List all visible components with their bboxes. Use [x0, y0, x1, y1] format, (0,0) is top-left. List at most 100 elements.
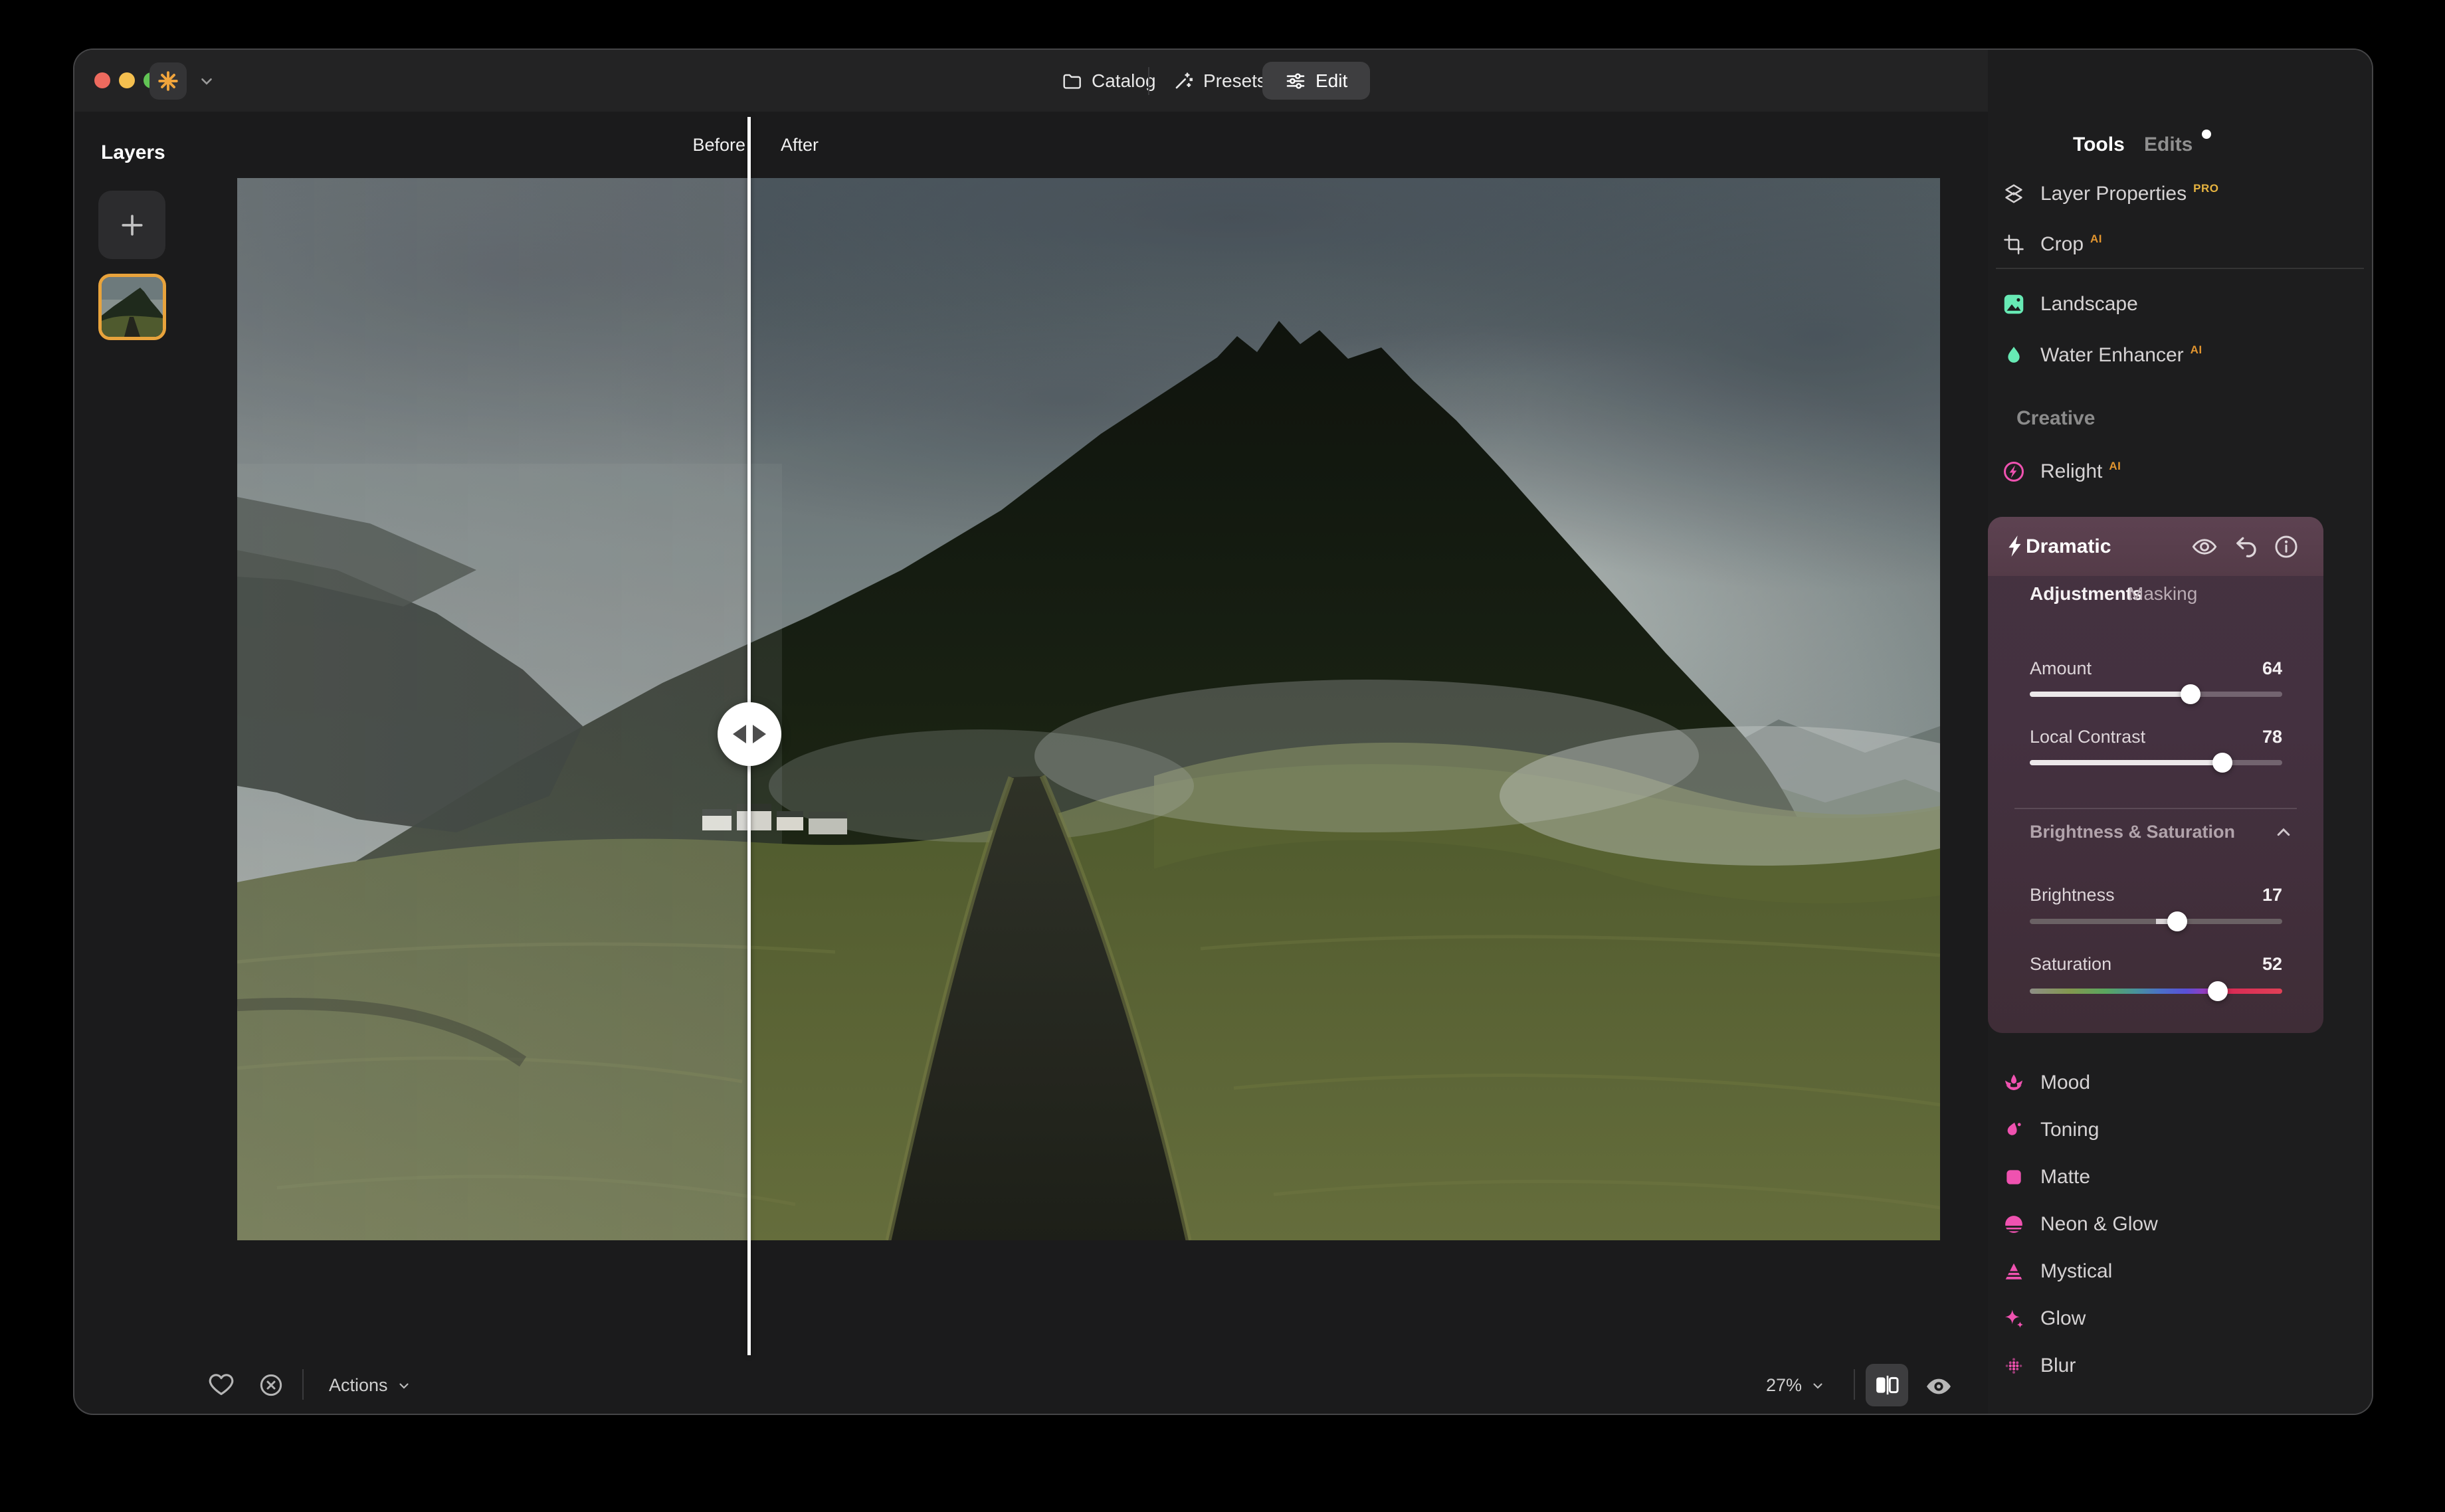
amount-value: 64 — [2222, 658, 2282, 679]
collapse-chevron-up-icon[interactable] — [2272, 821, 2295, 844]
matte-square-icon — [2002, 1165, 2026, 1189]
tool-label: Layer PropertiesPRO — [2040, 183, 2218, 205]
arrow-right-icon — [753, 725, 766, 743]
saturation-value: 52 — [2222, 954, 2282, 975]
tool-blur[interactable]: Blur — [2002, 1343, 2361, 1389]
image-icon — [2002, 292, 2026, 316]
tool-glow[interactable]: Glow — [2002, 1295, 2361, 1342]
tool-label: Toning — [2040, 1119, 2099, 1141]
tool-toning[interactable]: Toning — [2002, 1107, 2361, 1153]
tool-mood[interactable]: Mood — [2002, 1060, 2361, 1106]
sliders-icon — [1285, 70, 1306, 92]
tab-tools[interactable]: Tools — [2073, 134, 2125, 156]
paint-drop-icon — [2002, 1118, 2026, 1142]
tool-matte[interactable]: Matte — [2002, 1154, 2361, 1200]
neon-sun-icon — [2002, 1212, 2026, 1236]
local-contrast-slider[interactable] — [2030, 760, 2282, 765]
minimize-window-button[interactable] — [119, 72, 135, 88]
amount-slider-thumb[interactable] — [2181, 684, 2200, 704]
tool-label: Water EnhancerAI — [2040, 344, 2202, 367]
layer-thumbnail[interactable] — [98, 274, 166, 340]
tab-divider — [1148, 67, 1149, 95]
layer-thumbnail-image — [102, 277, 163, 337]
tool-water-enhancer[interactable]: Water EnhancerAI — [2002, 332, 2361, 379]
tool-landscape[interactable]: Landscape — [2002, 281, 2361, 328]
amount-slider[interactable] — [2030, 692, 2282, 697]
panel-section-divider — [2014, 808, 2297, 809]
brightness-slider[interactable] — [2030, 919, 2282, 924]
info-icon[interactable] — [2272, 533, 2300, 561]
brightness-label: Brightness — [2030, 885, 2115, 905]
tool-label: Matte — [2040, 1166, 2090, 1188]
visibility-eye-icon[interactable] — [2191, 533, 2218, 561]
dot-grid-icon — [2002, 1354, 2026, 1378]
amount-label: Amount — [2030, 658, 2092, 679]
lotus-icon — [2002, 1071, 2026, 1095]
ai-badge: AI — [2090, 233, 2102, 246]
pro-badge: PRO — [2193, 182, 2218, 195]
tool-mystical[interactable]: Mystical — [2002, 1248, 2361, 1295]
zoom-level-value: 27% — [1766, 1375, 1802, 1396]
layers-icon — [2002, 182, 2026, 206]
add-layer-button[interactable] — [98, 191, 165, 259]
bottombar-divider-left — [302, 1369, 304, 1400]
tab-edit[interactable]: Edit — [1262, 62, 1370, 100]
relight-bolt-circle-icon — [2002, 460, 2026, 484]
bottombar-divider-right — [1854, 1369, 1855, 1400]
app-window: Catalog Presets Edit Extras — [74, 50, 2372, 1414]
folder-icon — [1061, 70, 1082, 92]
photo-canvas — [237, 178, 1940, 1240]
zoom-level-dropdown[interactable]: 27% — [1766, 1375, 1826, 1396]
saturation-slider-thumb[interactable] — [2208, 981, 2228, 1001]
lightning-bolt-icon — [2003, 533, 2029, 559]
tool-relight[interactable]: RelightAI — [2002, 448, 2361, 495]
droplet-icon — [2002, 343, 2026, 367]
app-logo-button[interactable] — [149, 62, 187, 100]
tab-catalog[interactable]: Catalog — [1061, 62, 1156, 100]
logo-chevron-down-icon[interactable] — [198, 72, 215, 90]
local-contrast-label: Local Contrast — [2030, 727, 2145, 747]
ai-badge: AI — [2191, 343, 2202, 357]
layered-mountain-icon — [2002, 1260, 2026, 1283]
tab-catalog-label: Catalog — [1092, 70, 1156, 92]
brightness-slider-thumb[interactable] — [2167, 911, 2187, 931]
tab-edits[interactable]: Edits — [2144, 134, 2193, 156]
brightness-saturation-section-header[interactable]: Brightness & Saturation — [2030, 822, 2235, 842]
tool-label: CropAI — [2040, 233, 2102, 256]
tab-adjustments[interactable]: Adjustments — [2030, 583, 2143, 605]
after-label: After — [781, 135, 819, 155]
saturation-label: Saturation — [2030, 954, 2111, 975]
close-window-button[interactable] — [94, 72, 110, 88]
creative-section-header: Creative — [2016, 407, 2095, 430]
tool-label: Landscape — [2040, 293, 2138, 316]
actions-label: Actions — [329, 1375, 388, 1396]
chevron-down-icon — [396, 1378, 412, 1394]
asterisk-logo-icon — [156, 69, 180, 93]
chevron-down-icon — [1810, 1378, 1826, 1394]
edit-sidebar: Tools Edits Layer PropertiesPRO CropAI — [1988, 50, 2372, 1414]
preview-eye-icon[interactable] — [1924, 1372, 1953, 1401]
tool-label: Neon & Glow — [2040, 1213, 2158, 1236]
tool-crop[interactable]: CropAI — [2002, 221, 2361, 268]
layers-panel-title: Layers — [101, 142, 165, 164]
favorite-heart-icon[interactable] — [207, 1370, 235, 1398]
dramatic-tool-panel: Dramatic Adjustments Masking Amount 64 — [1988, 517, 2323, 1033]
local-contrast-slider-thumb[interactable] — [2212, 753, 2232, 773]
tool-label: Blur — [2040, 1355, 2076, 1377]
tab-presets-label: Presets — [1203, 70, 1266, 92]
brightness-value: 17 — [2222, 885, 2282, 905]
actions-dropdown[interactable]: Actions — [329, 1375, 412, 1396]
tab-presets[interactable]: Presets — [1173, 62, 1266, 100]
ai-badge: AI — [2109, 460, 2121, 473]
tool-layer-properties[interactable]: Layer PropertiesPRO — [2002, 171, 2361, 217]
tab-masking[interactable]: Masking — [2128, 583, 2197, 605]
tool-label: Glow — [2040, 1307, 2086, 1330]
local-contrast-value: 78 — [2222, 727, 2282, 747]
tool-neon-glow[interactable]: Neon & Glow — [2002, 1201, 2361, 1248]
compare-drag-handle[interactable] — [718, 702, 781, 766]
crop-icon — [2002, 233, 2026, 256]
undo-icon[interactable] — [2232, 533, 2260, 561]
saturation-slider[interactable] — [2030, 989, 2282, 994]
reject-circle-x-icon[interactable] — [258, 1372, 284, 1398]
compare-view-button[interactable] — [1866, 1364, 1908, 1406]
